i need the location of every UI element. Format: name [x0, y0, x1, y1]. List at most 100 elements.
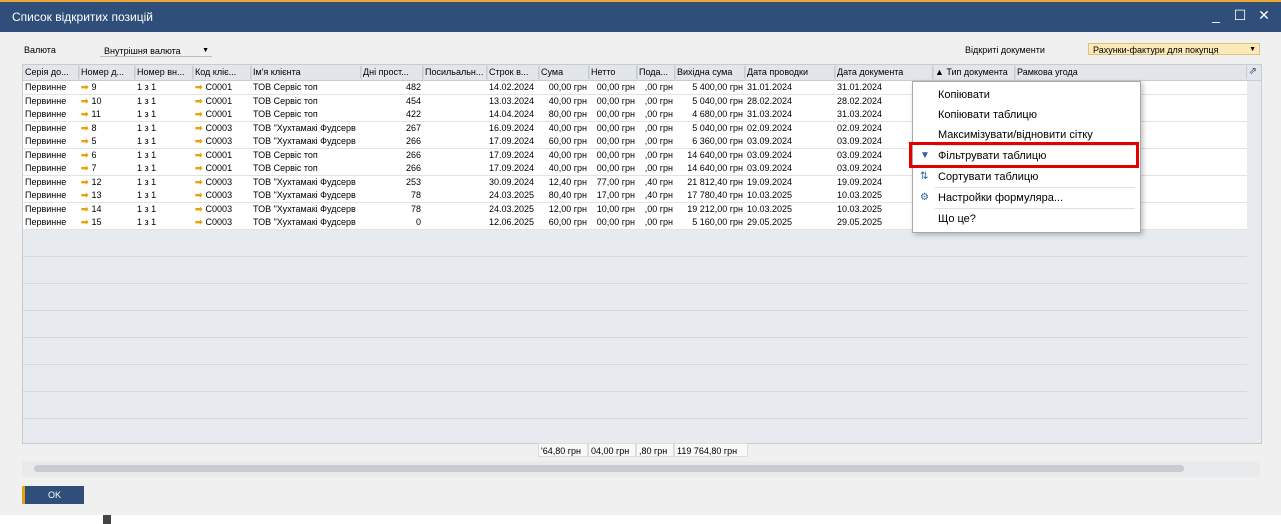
cell-text: ,00 грн	[644, 203, 673, 214]
link-arrow-icon[interactable]: ➡	[81, 96, 89, 106]
column-header-overdue-days[interactable]: Дні прост...	[361, 66, 423, 79]
cell-customer-code[interactable]: ➡ C0003	[193, 203, 251, 216]
cell-customer-code[interactable]: ➡ C0001	[193, 149, 251, 162]
cell-customer-code[interactable]: ➡ C0001	[193, 162, 251, 175]
link-arrow-icon[interactable]: ➡	[195, 190, 203, 200]
cell-text: ,00 грн	[644, 82, 673, 92]
menu-item-copy[interactable]: Копіювати	[913, 85, 1140, 105]
cell-text: 10.03.2025	[747, 190, 793, 200]
open-docs-select[interactable]: Рахунки-фактури для покупця ▼	[1088, 43, 1260, 55]
horizontal-scrollbar[interactable]	[22, 461, 1260, 477]
cell-text: 03.09.2024	[747, 149, 793, 160]
cell-customer-code[interactable]: ➡ C0003	[193, 135, 251, 148]
cell-text: Первинне	[25, 203, 67, 214]
minimize-icon[interactable]: _	[1209, 7, 1223, 24]
cell-doc-number[interactable]: ➡ 6	[79, 149, 135, 162]
cell-amount: 60,00 грн	[539, 135, 589, 148]
cell-customer-code[interactable]: ➡ C0003	[193, 122, 251, 135]
link-arrow-icon[interactable]: ➡	[195, 163, 203, 173]
column-header-series[interactable]: Серія до...	[23, 66, 79, 79]
cell-original-amount: 6 360,00 грн	[675, 135, 745, 148]
menu-item-whats-this[interactable]: Що це?	[913, 209, 1140, 229]
cell-doc-number[interactable]: ➡ 7	[79, 162, 135, 175]
column-header-doc-number[interactable]: Номер д...	[79, 66, 135, 79]
cell-customer-name: ТОВ Сервіс топ	[251, 95, 361, 108]
link-arrow-icon[interactable]: ➡	[81, 136, 89, 146]
column-header-framework-agreement[interactable]: Рамкова угода	[1015, 66, 1247, 79]
link-arrow-icon[interactable]: ➡	[81, 190, 89, 200]
column-header-inst-number[interactable]: Номер вн...	[135, 66, 193, 79]
cell-text: C0003	[205, 176, 233, 187]
cell-doc-number[interactable]: ➡ 10	[79, 95, 135, 108]
column-header-original-amount[interactable]: Вихідна сума	[675, 66, 745, 79]
cell-reference	[423, 122, 487, 135]
expand-icon[interactable]: ⇗	[1249, 66, 1257, 77]
cell-customer-name: ТОВ "Хухтамакі Фудсерв	[251, 189, 361, 202]
column-header-customer-code[interactable]: Код кліє...	[193, 66, 251, 79]
column-header-document-date[interactable]: Дата документа	[835, 66, 933, 79]
column-header-document-type[interactable]: ▲ Тип документа	[933, 66, 1015, 79]
link-arrow-icon[interactable]: ➡	[195, 109, 203, 119]
link-arrow-icon[interactable]: ➡	[195, 204, 203, 214]
cell-text: 03.09.2024	[747, 163, 793, 173]
cell-overdue-days: 266	[361, 162, 423, 175]
empty-row	[23, 378, 1247, 392]
filter-highlight-box	[909, 142, 1139, 168]
cell-series: Первинне	[23, 162, 79, 175]
menu-item-copy-table[interactable]: Копіювати таблицю	[913, 105, 1140, 125]
scrollbar-thumb[interactable]	[34, 465, 1184, 472]
column-header-customer-name[interactable]: Ім'я клієнта	[251, 66, 361, 79]
cell-customer-code[interactable]: ➡ C0003	[193, 189, 251, 202]
link-arrow-icon[interactable]: ➡	[81, 82, 89, 92]
link-arrow-icon[interactable]: ➡	[81, 177, 89, 187]
cell-text: 1 з 1	[137, 176, 157, 187]
cell-text: 7	[91, 163, 97, 173]
maximize-icon[interactable]: ☐	[1233, 7, 1247, 24]
menu-item-form-settings[interactable]: ⚙ Настройки формуляра...	[913, 188, 1140, 208]
column-header-reference[interactable]: Посильальн...	[423, 66, 487, 79]
close-icon[interactable]: ✕	[1257, 7, 1271, 24]
cell-doc-number[interactable]: ➡ 8	[79, 122, 135, 135]
column-header-label: Тип документа	[946, 67, 1008, 77]
link-arrow-icon[interactable]: ➡	[81, 123, 89, 133]
cell-customer-code[interactable]: ➡ C0003	[193, 216, 251, 229]
cell-doc-number[interactable]: ➡ 13	[79, 189, 135, 202]
cell-text: 5 400,00 грн	[692, 82, 743, 92]
ok-button[interactable]: OK	[22, 486, 84, 504]
cell-customer-code[interactable]: ➡ C0001	[193, 95, 251, 108]
cell-customer-code[interactable]: ➡ C0001	[193, 108, 251, 121]
column-header-amount[interactable]: Сума	[539, 66, 589, 79]
column-header-posting-date[interactable]: Дата проводки	[745, 66, 835, 79]
cell-doc-number[interactable]: ➡ 9	[79, 81, 135, 94]
link-arrow-icon[interactable]: ➡	[195, 123, 203, 133]
cell-customer-code[interactable]: ➡ C0003	[193, 176, 251, 189]
link-arrow-icon[interactable]: ➡	[81, 109, 89, 119]
cell-text: 77,00 грн	[596, 176, 635, 187]
cell-text: 17 780,40 грн	[687, 190, 743, 200]
cell-doc-number[interactable]: ➡ 15	[79, 216, 135, 229]
link-arrow-icon[interactable]: ➡	[81, 204, 89, 214]
link-arrow-icon[interactable]: ➡	[195, 136, 203, 146]
cell-doc-number[interactable]: ➡ 12	[79, 176, 135, 189]
link-arrow-icon[interactable]: ➡	[195, 217, 203, 227]
column-header-due-date[interactable]: Строк в...	[487, 66, 539, 79]
cell-reference	[423, 108, 487, 121]
column-header-net[interactable]: Нетто	[589, 66, 637, 79]
cell-due-date: 17.09.2024	[487, 149, 539, 162]
menu-item-sort-table[interactable]: ⇅ Сортувати таблицю	[913, 167, 1140, 187]
cell-customer-code[interactable]: ➡ C0001	[193, 81, 251, 94]
chevron-down-icon: ▼	[202, 47, 209, 54]
link-arrow-icon[interactable]: ➡	[195, 150, 203, 160]
link-arrow-icon[interactable]: ➡	[81, 217, 89, 227]
link-arrow-icon[interactable]: ➡	[195, 82, 203, 92]
link-arrow-icon[interactable]: ➡	[81, 150, 89, 160]
cell-posting-date: 31.03.2024	[745, 108, 835, 121]
link-arrow-icon[interactable]: ➡	[195, 96, 203, 106]
cell-doc-number[interactable]: ➡ 5	[79, 135, 135, 148]
link-arrow-icon[interactable]: ➡	[81, 163, 89, 173]
cell-doc-number[interactable]: ➡ 14	[79, 203, 135, 216]
currency-select[interactable]: Внутрішня валюта ▼	[100, 45, 212, 57]
column-header-tax[interactable]: Пода...	[637, 66, 675, 79]
cell-doc-number[interactable]: ➡ 11	[79, 108, 135, 121]
link-arrow-icon[interactable]: ➡	[195, 177, 203, 187]
